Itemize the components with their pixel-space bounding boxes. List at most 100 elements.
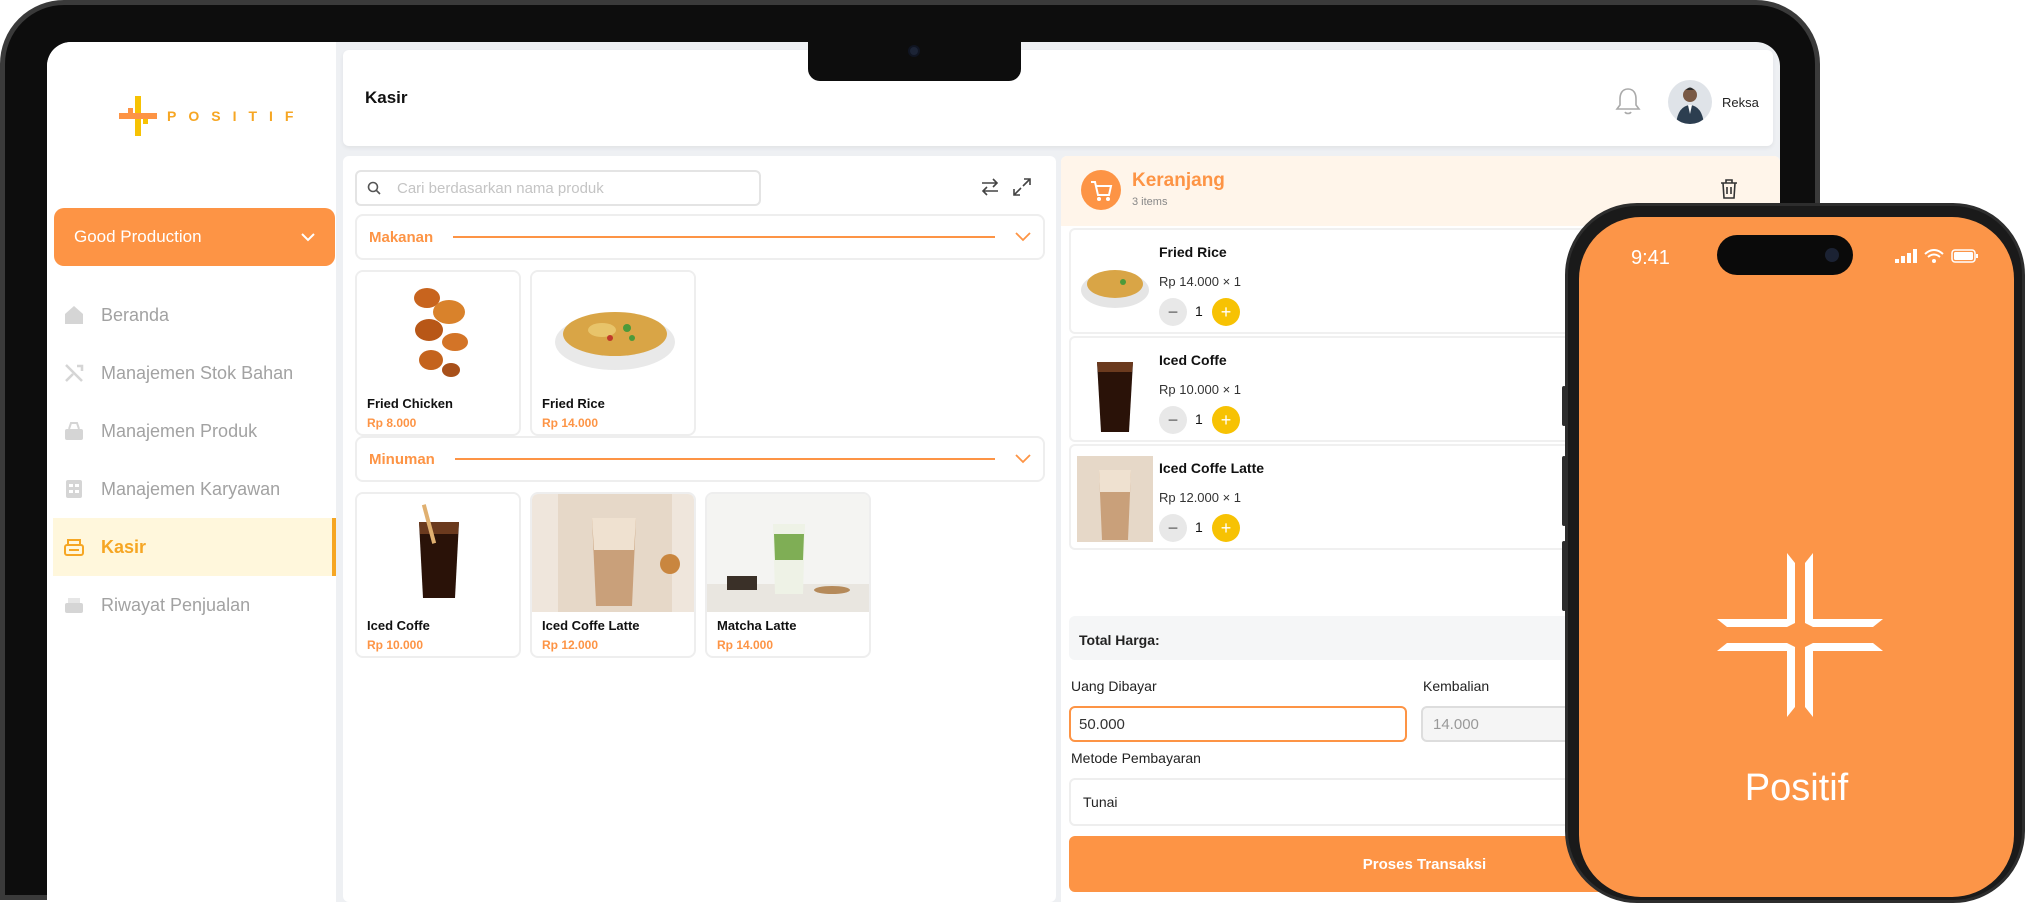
- wifi-icon: [1924, 249, 1944, 263]
- product-price: Rp 14.000: [542, 416, 599, 430]
- phone-side-button: [1562, 541, 1566, 611]
- positif-logo-icon: [119, 96, 157, 136]
- sidebar: POSITIF Good Production Beranda Manajeme…: [47, 42, 336, 902]
- user-name: Reksa: [1722, 95, 1759, 110]
- cart-item-name: Fried Rice: [1159, 244, 1227, 260]
- product-card[interactable]: Iced Coffe Rp 10.000: [355, 492, 521, 658]
- cart-item-image: [1077, 240, 1153, 326]
- category-divider: [454, 458, 995, 460]
- increase-qty-button[interactable]: +: [1212, 406, 1240, 434]
- sidebar-item-beranda[interactable]: Beranda: [53, 286, 336, 344]
- sidebar-item-kasir[interactable]: Kasir: [53, 518, 336, 576]
- chevron-down-icon: [301, 233, 315, 242]
- bell-icon[interactable]: [1615, 86, 1641, 116]
- product-image-fried-chicken: [357, 272, 519, 390]
- product-card[interactable]: Matcha Latte Rp 14.000: [705, 492, 871, 658]
- product-card[interactable]: Fried Chicken Rp 8.000: [355, 270, 521, 436]
- increase-qty-button[interactable]: +: [1212, 298, 1240, 326]
- cart-item-image: [1077, 456, 1153, 542]
- search-box[interactable]: [355, 170, 761, 206]
- phone-side-button: [1562, 386, 1566, 426]
- expand-icon[interactable]: [1011, 176, 1033, 198]
- cart-item-qty: 1: [1195, 519, 1203, 535]
- product-name: Matcha Latte: [717, 618, 797, 633]
- page-title: Kasir: [365, 88, 408, 107]
- change-label: Kembalian: [1423, 678, 1490, 694]
- dynamic-island: [1717, 235, 1853, 275]
- total-label: Total Harga:: [1079, 632, 1160, 648]
- product-price: Rp 8.000: [367, 416, 417, 430]
- cart-item-qty: 1: [1195, 303, 1203, 319]
- category-makanan[interactable]: Makanan: [355, 214, 1045, 260]
- category-name: Makanan: [369, 228, 434, 246]
- battery-icon: [1951, 249, 1978, 263]
- front-camera: [1825, 248, 1839, 262]
- product-price: Rp 10.000: [367, 638, 424, 652]
- cart-badge: [1081, 170, 1121, 210]
- product-icon: [65, 422, 83, 440]
- cart-item-image: [1077, 348, 1153, 434]
- cart-item-name: Iced Coffe Latte: [1159, 460, 1265, 476]
- cart-item-count: 3 items: [1132, 196, 1168, 208]
- laptop-notch: [808, 35, 1021, 81]
- sidebar-item-label: Riwayat Penjualan: [101, 594, 251, 615]
- outlet-selector[interactable]: Good Production: [54, 208, 335, 266]
- cart-item-price: Rp 12.000 × 1: [1159, 490, 1242, 505]
- method-label: Metode Pembayaran: [1071, 750, 1201, 766]
- brand-logo-text: POSITIF: [167, 108, 306, 124]
- shopping-cart-icon: [1091, 181, 1113, 201]
- top-bar: Kasir Reksa: [343, 50, 1773, 146]
- user-avatar[interactable]: [1668, 80, 1712, 124]
- sidebar-item-label: Manajemen Stok Bahan: [101, 362, 294, 383]
- chevron-down-icon: [1015, 454, 1031, 464]
- home-icon: [65, 306, 83, 324]
- decrease-qty-button[interactable]: −: [1159, 514, 1187, 542]
- outlet-name: Good Production: [74, 227, 202, 246]
- sidebar-item-stok-bahan[interactable]: Manajemen Stok Bahan: [53, 344, 336, 402]
- sidebar-item-label: Manajemen Karyawan: [101, 478, 281, 499]
- swap-icon[interactable]: [979, 176, 1001, 198]
- category-minuman[interactable]: Minuman: [355, 436, 1045, 482]
- sidebar-item-produk[interactable]: Manajemen Produk: [53, 402, 336, 460]
- phone-side-button: [1562, 456, 1566, 526]
- phone-screen: 9:41 Positif: [1579, 217, 2014, 897]
- cart-item-price: Rp 14.000 × 1: [1159, 274, 1242, 289]
- increase-qty-button[interactable]: +: [1212, 514, 1240, 542]
- product-name: Fried Rice: [542, 396, 605, 411]
- brand-logo[interactable]: POSITIF: [119, 96, 305, 136]
- cart-title: Keranjang: [1132, 170, 1225, 191]
- product-price: Rp 14.000: [717, 638, 774, 652]
- user-photo: [1676, 87, 1704, 124]
- stock-icon: [65, 364, 84, 382]
- search-input[interactable]: [397, 179, 697, 197]
- employee-icon: [66, 480, 82, 498]
- product-card[interactable]: Iced Coffe Latte Rp 12.000: [530, 492, 696, 658]
- app-name: Positif: [1744, 767, 1849, 809]
- paid-amount-input[interactable]: [1069, 706, 1407, 742]
- category-divider: [453, 236, 995, 238]
- signal-icon: [1895, 249, 1917, 263]
- decrease-qty-button[interactable]: −: [1159, 298, 1187, 326]
- product-panel: Makanan Fried Chicken Rp 8.000: [343, 156, 1056, 902]
- sidebar-item-label: Kasir: [101, 536, 147, 557]
- decrease-qty-button[interactable]: −: [1159, 406, 1187, 434]
- paid-label: Uang Dibayar: [1071, 678, 1157, 694]
- sidebar-item-karyawan[interactable]: Manajemen Karyawan: [53, 460, 336, 518]
- cart-item-price: Rp 10.000 × 1: [1159, 382, 1242, 397]
- search-icon: [367, 181, 381, 195]
- status-time: 9:41: [1631, 247, 1670, 269]
- product-image-iced-coffe: [357, 494, 519, 612]
- product-name: Fried Chicken: [367, 396, 453, 411]
- product-card[interactable]: Fried Rice Rp 14.000: [530, 270, 696, 436]
- sidebar-item-riwayat[interactable]: Riwayat Penjualan: [53, 576, 336, 634]
- payment-method-value: Tunai: [1083, 794, 1118, 810]
- phone-frame: 9:41 Positif: [1562, 203, 2025, 903]
- positif-logo-icon: [1717, 553, 1883, 717]
- product-image-iced-coffe-latte: [532, 494, 694, 612]
- trash-icon[interactable]: [1719, 178, 1739, 200]
- category-name: Minuman: [369, 450, 435, 468]
- history-icon: [65, 598, 83, 613]
- cart-item-name: Iced Coffe: [1159, 352, 1227, 368]
- sidebar-item-label: Manajemen Produk: [101, 420, 258, 441]
- sidebar-item-label: Beranda: [101, 304, 170, 325]
